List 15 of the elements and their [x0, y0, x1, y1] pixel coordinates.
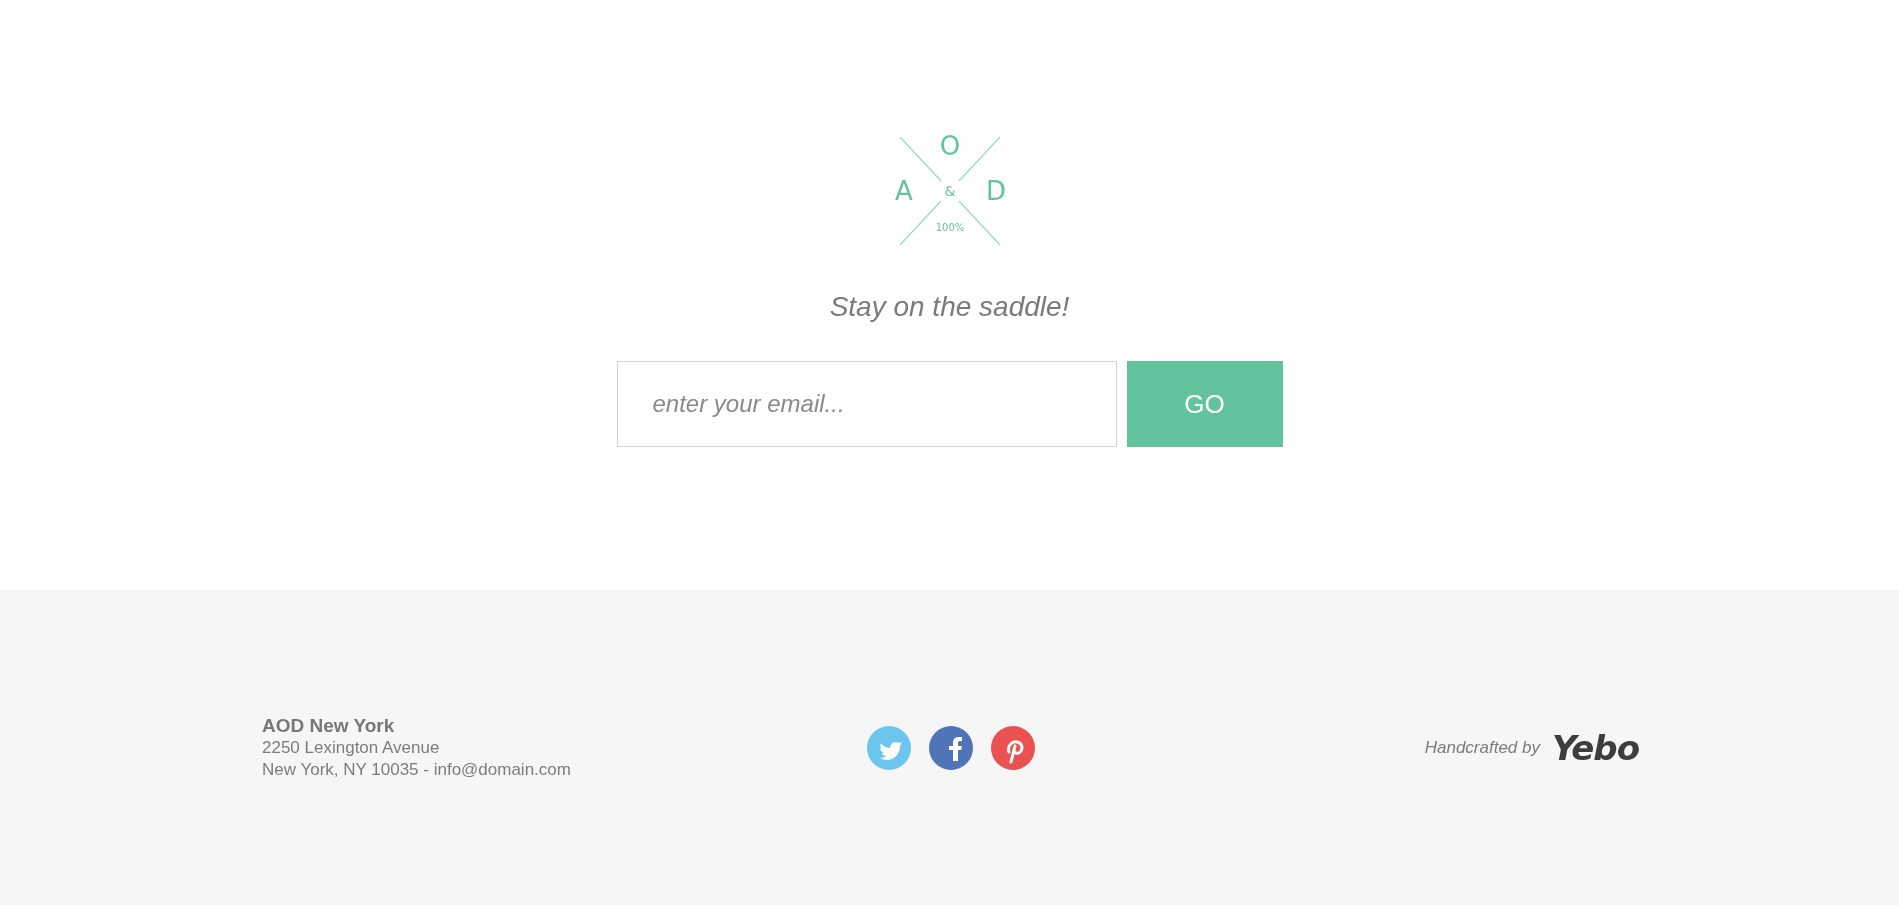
email-field[interactable]: enter your email...: [616, 361, 1117, 447]
twitter-icon[interactable]: [866, 725, 911, 770]
facebook-icon[interactable]: [928, 725, 973, 770]
logo-letter: O: [939, 133, 960, 161]
credit-text: Handcrafted by: [1424, 737, 1540, 758]
address-line: 2250 Lexington Avenue: [262, 736, 441, 759]
company-name: AOD New York: [262, 714, 396, 737]
credit-logo[interactable]: Yebo: [1552, 727, 1639, 768]
logo-letter: A: [894, 176, 913, 206]
logo-caption: 100%: [935, 222, 964, 233]
contact-line: New York, NY 10035 - info@domain.com: [262, 758, 572, 781]
pinterest-icon[interactable]: [990, 725, 1035, 770]
logo-ampersand: &: [944, 183, 955, 199]
logo-letter: D: [985, 176, 1006, 206]
tagline: Stay on the saddle!: [829, 291, 1070, 323]
